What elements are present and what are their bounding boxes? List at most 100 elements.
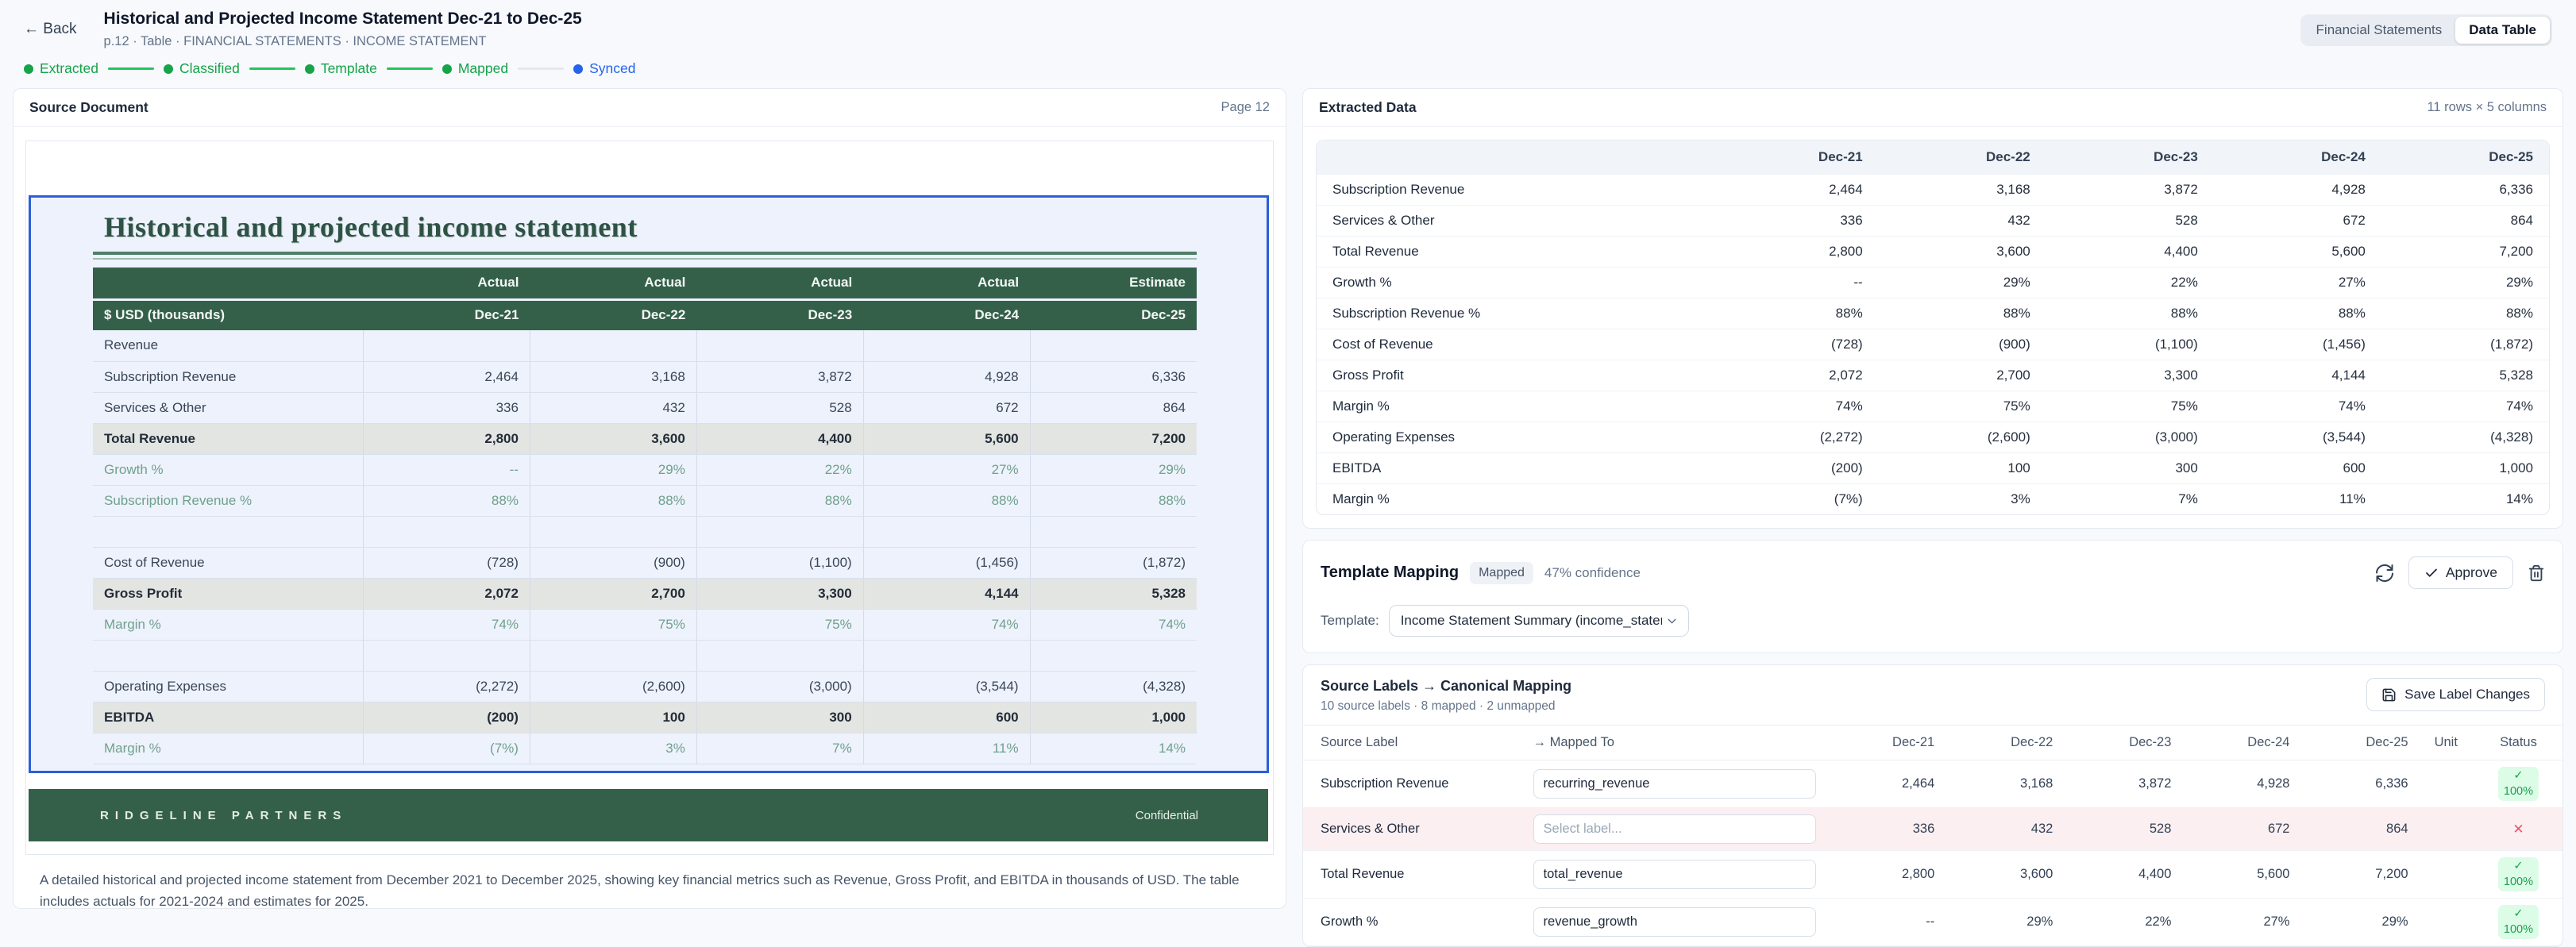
tab-data-table[interactable]: Data Table	[2455, 17, 2550, 44]
template-mapping-title: Template Mapping	[1321, 564, 1459, 582]
template-select[interactable]: Income Statement Summary (income_stateme	[1389, 605, 1689, 637]
pipeline-step-label: Synced	[589, 60, 635, 77]
source-row-label: Services & Other	[93, 392, 364, 423]
extracted-cell: 7%	[2046, 484, 2214, 515]
extracted-row-label: Total Revenue	[1317, 237, 1711, 268]
extracted-cell: 88%	[2381, 298, 2549, 329]
source-cell: (1,100)	[696, 547, 863, 578]
extracted-cell: 3,300	[2046, 360, 2214, 391]
source-table-row: Growth %--29%22%27%29%	[93, 454, 1197, 485]
heading-rule	[93, 252, 1197, 256]
mapping-unit-cell	[2418, 808, 2474, 851]
mapped-to-input[interactable]	[1533, 860, 1817, 889]
main-content: Source Document Page 12 Historical and p…	[0, 85, 2576, 947]
tab-financial-statements[interactable]: Financial Statements	[2303, 17, 2456, 44]
source-col-header: Dec-23	[696, 299, 863, 330]
mapping-table-row: Total Revenue2,8003,6004,4005,6007,200✓1…	[1303, 851, 2563, 899]
extracted-cell: 22%	[2046, 268, 2214, 298]
mapped-to-input[interactable]	[1533, 814, 1817, 844]
confidence-pct: 100%	[2504, 875, 2533, 891]
save-label-changes-button[interactable]: Save Label Changes	[2366, 678, 2545, 711]
source-cell: 88%	[364, 485, 530, 516]
pipeline-dot-icon	[305, 64, 314, 74]
extracted-table-row: Subscription Revenue2,4643,1683,8724,928…	[1317, 175, 2549, 206]
extracted-panel-header: Extracted Data 11 rows × 5 columns	[1303, 89, 2563, 127]
mapping-table-body: Subscription Revenue2,4643,1683,8724,928…	[1303, 760, 2563, 946]
source-cell: (728)	[364, 547, 530, 578]
source-labels-title-block: Source Labels → Canonical Mapping 10 sou…	[1321, 678, 1571, 714]
table-region-selection[interactable]: Historical and projected income statemen…	[29, 195, 1269, 773]
document-preview-area: Historical and projected income statemen…	[13, 127, 1286, 909]
source-cell: 4,144	[863, 578, 1030, 609]
mapping-table-head: Source Label→ Mapped ToDec-21Dec-22Dec-2…	[1303, 726, 2563, 760]
mapping-value-cell: 7,200	[2299, 851, 2417, 899]
extracted-cell: (7%)	[1711, 484, 1879, 515]
extracted-table-row: Gross Profit2,0722,7003,3004,1445,328	[1317, 360, 2549, 391]
mapping-value-cell: 2,464	[1826, 760, 1944, 808]
mapped-to-input[interactable]	[1533, 769, 1817, 799]
heading-rule-thin	[93, 258, 1197, 260]
source-cell: (2,600)	[530, 671, 696, 702]
extracted-cell: (4,328)	[2381, 422, 2549, 453]
source-cell	[530, 330, 696, 361]
source-cell: (1,872)	[1030, 547, 1197, 578]
extracted-row-label: Growth %	[1317, 268, 1711, 298]
mapping-value-cell: 4,400	[2062, 851, 2181, 899]
extracted-row-label: Operating Expenses	[1317, 422, 1711, 453]
document-heading: Historical and projected income statemen…	[104, 210, 1267, 244]
mapping-col-header: Dec-21	[1826, 726, 1944, 760]
source-cell: 88%	[696, 485, 863, 516]
check-icon	[2424, 566, 2439, 580]
source-table-row: Subscription Revenue2,4643,1683,8724,928…	[93, 361, 1197, 392]
back-button[interactable]: ← Back	[24, 21, 77, 38]
source-cell: 74%	[1030, 609, 1197, 640]
source-cell	[530, 640, 696, 671]
check-icon: ✓	[2513, 768, 2523, 784]
source-cell	[863, 640, 1030, 671]
source-cell: 672	[863, 392, 1030, 423]
source-labels-title: Source Labels → Canonical Mapping	[1321, 678, 1571, 695]
source-cell: 300	[696, 702, 863, 733]
pipeline-step-extracted: Extracted	[24, 60, 98, 77]
source-cell: 27%	[863, 454, 1030, 485]
mapping-value-cell: 3,600	[1944, 851, 2062, 899]
source-cell: 336	[364, 392, 530, 423]
extracted-row-label: Margin %	[1317, 484, 1711, 515]
source-cell	[863, 330, 1030, 361]
mapping-col-header: → Mapped To	[1524, 726, 1826, 760]
source-cell: 528	[696, 392, 863, 423]
confidence-pct: 100%	[2504, 784, 2533, 800]
source-cell: 22%	[696, 454, 863, 485]
delete-button[interactable]	[2528, 564, 2545, 582]
source-panel-title: Source Document	[29, 99, 148, 116]
extracted-col-header: Dec-23	[2046, 141, 2214, 175]
mapped-status-badge: Mapped	[1470, 562, 1533, 584]
extracted-cell: 300	[2046, 453, 2214, 484]
pipeline-dot-icon	[164, 64, 173, 74]
source-table-row: Margin %(7%)3%7%11%14%	[93, 733, 1197, 764]
extracted-table-row: Margin %(7%)3%7%11%14%	[1317, 484, 2549, 515]
extracted-cell: 11%	[2214, 484, 2381, 515]
approve-button[interactable]: Approve	[2408, 556, 2513, 589]
source-col-header: Dec-24	[863, 299, 1030, 330]
mapping-unit-cell	[2418, 851, 2474, 899]
source-cell: (1,456)	[863, 547, 1030, 578]
extracted-cell: --	[1711, 268, 1879, 298]
source-row-label: Gross Profit	[93, 578, 364, 609]
extracted-cell: 88%	[2046, 298, 2214, 329]
mapping-table-row: Services & Other336432528672864✕	[1303, 808, 2563, 851]
source-cell: 3,168	[530, 361, 696, 392]
source-table-row	[93, 516, 1197, 547]
refresh-button[interactable]	[2375, 564, 2394, 583]
check-icon: ✓	[2513, 907, 2523, 922]
extracted-data-panel: Extracted Data 11 rows × 5 columns Dec-2…	[1302, 88, 2563, 529]
extracted-cell: 88%	[1711, 298, 1879, 329]
extracted-table-row: EBITDA(200)1003006001,000	[1317, 453, 2549, 484]
pipeline-connector	[108, 67, 154, 70]
confidential-label: Confidential	[1136, 809, 1198, 822]
mapped-to-input[interactable]	[1533, 907, 1817, 937]
mapping-source-label: Growth %	[1303, 899, 1524, 946]
source-cell	[696, 516, 863, 547]
extracted-row-label: Subscription Revenue %	[1317, 298, 1711, 329]
extracted-cell: 3%	[1879, 484, 2046, 515]
